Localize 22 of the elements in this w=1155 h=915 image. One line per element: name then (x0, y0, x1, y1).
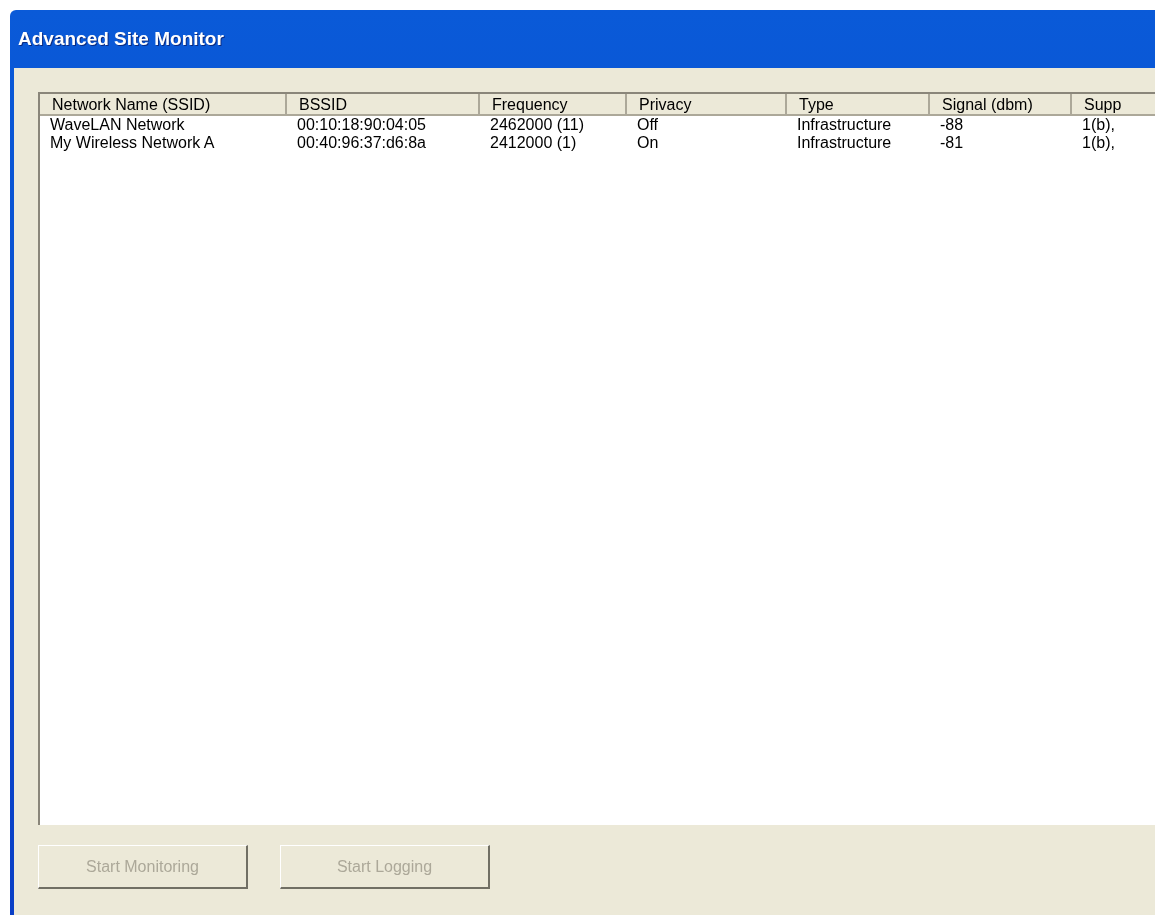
column-header[interactable]: BSSID (287, 94, 480, 116)
column-header[interactable]: Type (787, 94, 930, 116)
table-cell: 00:10:18:90:04:05 (297, 116, 426, 133)
table-cell: 2412000 (1) (490, 134, 577, 151)
table-cell: 1(b), (1082, 116, 1115, 133)
table-cell: Infrastructure (797, 134, 892, 151)
column-header[interactable]: Privacy (627, 94, 787, 116)
column-header[interactable]: Frequency (480, 94, 627, 116)
window-title: Advanced Site Monitor (18, 28, 224, 50)
table-cell: -81 (940, 134, 964, 151)
table-cell: WaveLAN Network (50, 116, 185, 133)
table-cell: 2462000 (11) (490, 116, 584, 133)
table-cell: On (637, 134, 659, 151)
table-cell: -88 (940, 116, 964, 133)
table-cell: 00:40:96:37:d6:8a (297, 134, 426, 151)
column-header[interactable]: Supp (1072, 94, 1155, 116)
table-cell: 1(b), (1082, 134, 1115, 151)
column-header[interactable]: Signal (dbm) (930, 94, 1072, 116)
table-cell: Infrastructure (797, 116, 892, 133)
table-cell: My Wireless Network A (50, 134, 215, 151)
table-cell: Off (637, 116, 659, 133)
column-header[interactable]: Network Name (SSID) (40, 94, 287, 116)
